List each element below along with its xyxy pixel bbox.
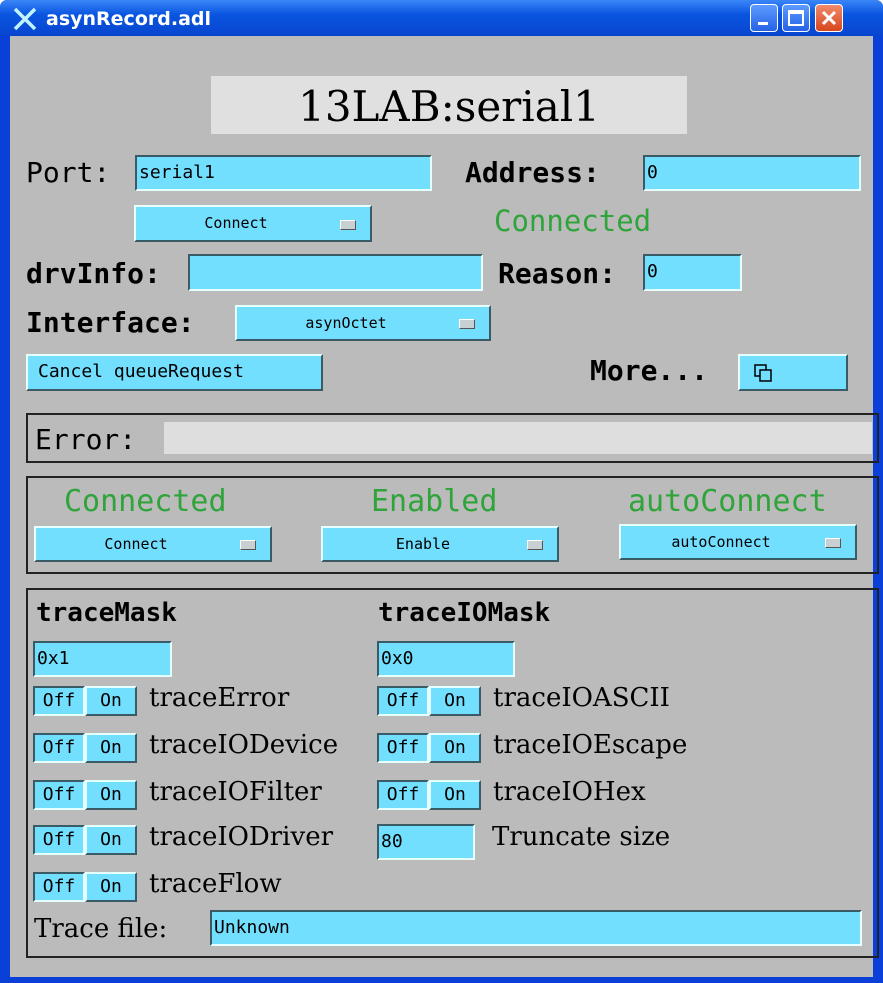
traceiomask-input[interactable]: 0x0 [377,641,515,677]
error-group: Error: [26,413,879,463]
trace-io-hex-on[interactable]: On [429,780,481,810]
truncate-size-input[interactable]: 80 [377,824,475,860]
trace-error-label: traceError [149,683,290,713]
minimize-icon [758,22,768,25]
autoconnect-control-menu[interactable]: autoConnect [619,524,857,560]
trace-io-filter-label: traceIOFilter [149,777,322,807]
record-name: 13LAB:serial1 [298,82,600,131]
menu-indicator-icon [340,220,356,230]
trace-io-hex-label: traceIOHex [493,777,646,807]
enabled-status: Enabled [371,484,498,519]
trace-flow-off[interactable]: Off [33,872,85,902]
connect-menu-value: Connect [204,214,268,232]
status-group: Connected Enabled autoConnect Connect En… [26,476,879,574]
trace-io-device-label: traceIODevice [149,730,339,760]
error-label: Error: [35,423,137,456]
title-bar[interactable]: asynRecord.adl [0,0,883,36]
menu-indicator-icon [825,538,841,548]
tracemask-input[interactable]: 0x1 [33,641,172,677]
record-name-banner: 13LAB:serial1 [211,76,687,134]
close-icon [821,10,837,26]
trace-io-filter-off[interactable]: Off [33,780,85,810]
enable-control-menu[interactable]: Enable [321,526,559,562]
trace-io-driver-off[interactable]: Off [33,825,85,855]
trace-flow-on[interactable]: On [85,872,137,902]
trace-group: traceMask traceIOMask 0x1 0x0 Off On tra… [26,588,879,958]
menu-indicator-icon [240,540,256,550]
truncate-size-label: Truncate size [492,822,671,852]
trace-io-device-off[interactable]: Off [33,733,85,763]
trace-io-driver-label: traceIODriver [149,822,334,852]
minimize-button[interactable] [750,4,778,32]
traceiomask-label: traceIOMask [378,598,551,628]
trace-io-ascii-label: traceIOASCII [493,683,670,713]
trace-error-on[interactable]: On [85,686,137,716]
connect-control-value: Connect [104,535,168,553]
window-title: asynRecord.adl [46,8,211,30]
connect-control-menu[interactable]: Connect [34,526,272,562]
autoconnect-control-value: autoConnect [671,533,771,551]
client-area: 13LAB:serial1 Port: serial1 Address: 0 C… [10,36,879,977]
autoconnect-status: autoConnect [628,484,827,519]
port-label: Port: [26,156,111,189]
x-window-icon [13,7,37,31]
trace-file-label: Trace file: [34,914,168,944]
connection-status: Connected [494,204,652,238]
cancel-queue-request-button[interactable]: Cancel queueRequest [26,354,323,391]
reason-label: Reason: [498,257,617,290]
maximize-button[interactable] [782,4,810,32]
trace-io-filter-on[interactable]: On [85,780,137,810]
trace-io-escape-label: traceIOEscape [493,730,688,760]
trace-file-input[interactable]: Unknown [210,910,862,946]
enable-control-value: Enable [395,535,451,553]
trace-io-escape-off[interactable]: Off [377,733,429,763]
drvinfo-label: drvInfo: [26,257,161,290]
trace-io-hex-off[interactable]: Off [377,780,429,810]
trace-io-ascii-off[interactable]: Off [377,686,429,716]
trace-io-driver-on[interactable]: On [85,825,137,855]
app-window: asynRecord.adl 13LAB:serial1 Port: seria… [0,0,883,983]
trace-io-ascii-on[interactable]: On [429,686,481,716]
maximize-icon [788,10,804,26]
interface-menu-value: asynOctet [305,314,387,332]
close-button[interactable] [815,4,843,32]
interface-label: Interface: [26,306,195,339]
address-label: Address: [465,156,600,189]
tracemask-label: traceMask [36,598,177,628]
address-input[interactable]: 0 [643,155,861,191]
trace-io-escape-on[interactable]: On [429,733,481,763]
error-message [164,422,872,454]
trace-io-device-on[interactable]: On [85,733,137,763]
trace-flow-label: traceFlow [149,869,282,899]
more-label: More... [590,354,709,387]
connected-status: Connected [64,484,227,519]
port-input[interactable]: serial1 [135,155,432,191]
menu-indicator-icon [527,540,543,550]
drvinfo-input[interactable] [188,254,483,291]
connect-menu[interactable]: Connect [134,205,372,242]
related-display-icon [754,364,772,382]
more-button[interactable] [738,354,848,391]
interface-menu[interactable]: asynOctet [235,305,491,341]
reason-input[interactable]: 0 [643,254,742,291]
menu-indicator-icon [459,319,475,329]
trace-error-off[interactable]: Off [33,686,85,716]
